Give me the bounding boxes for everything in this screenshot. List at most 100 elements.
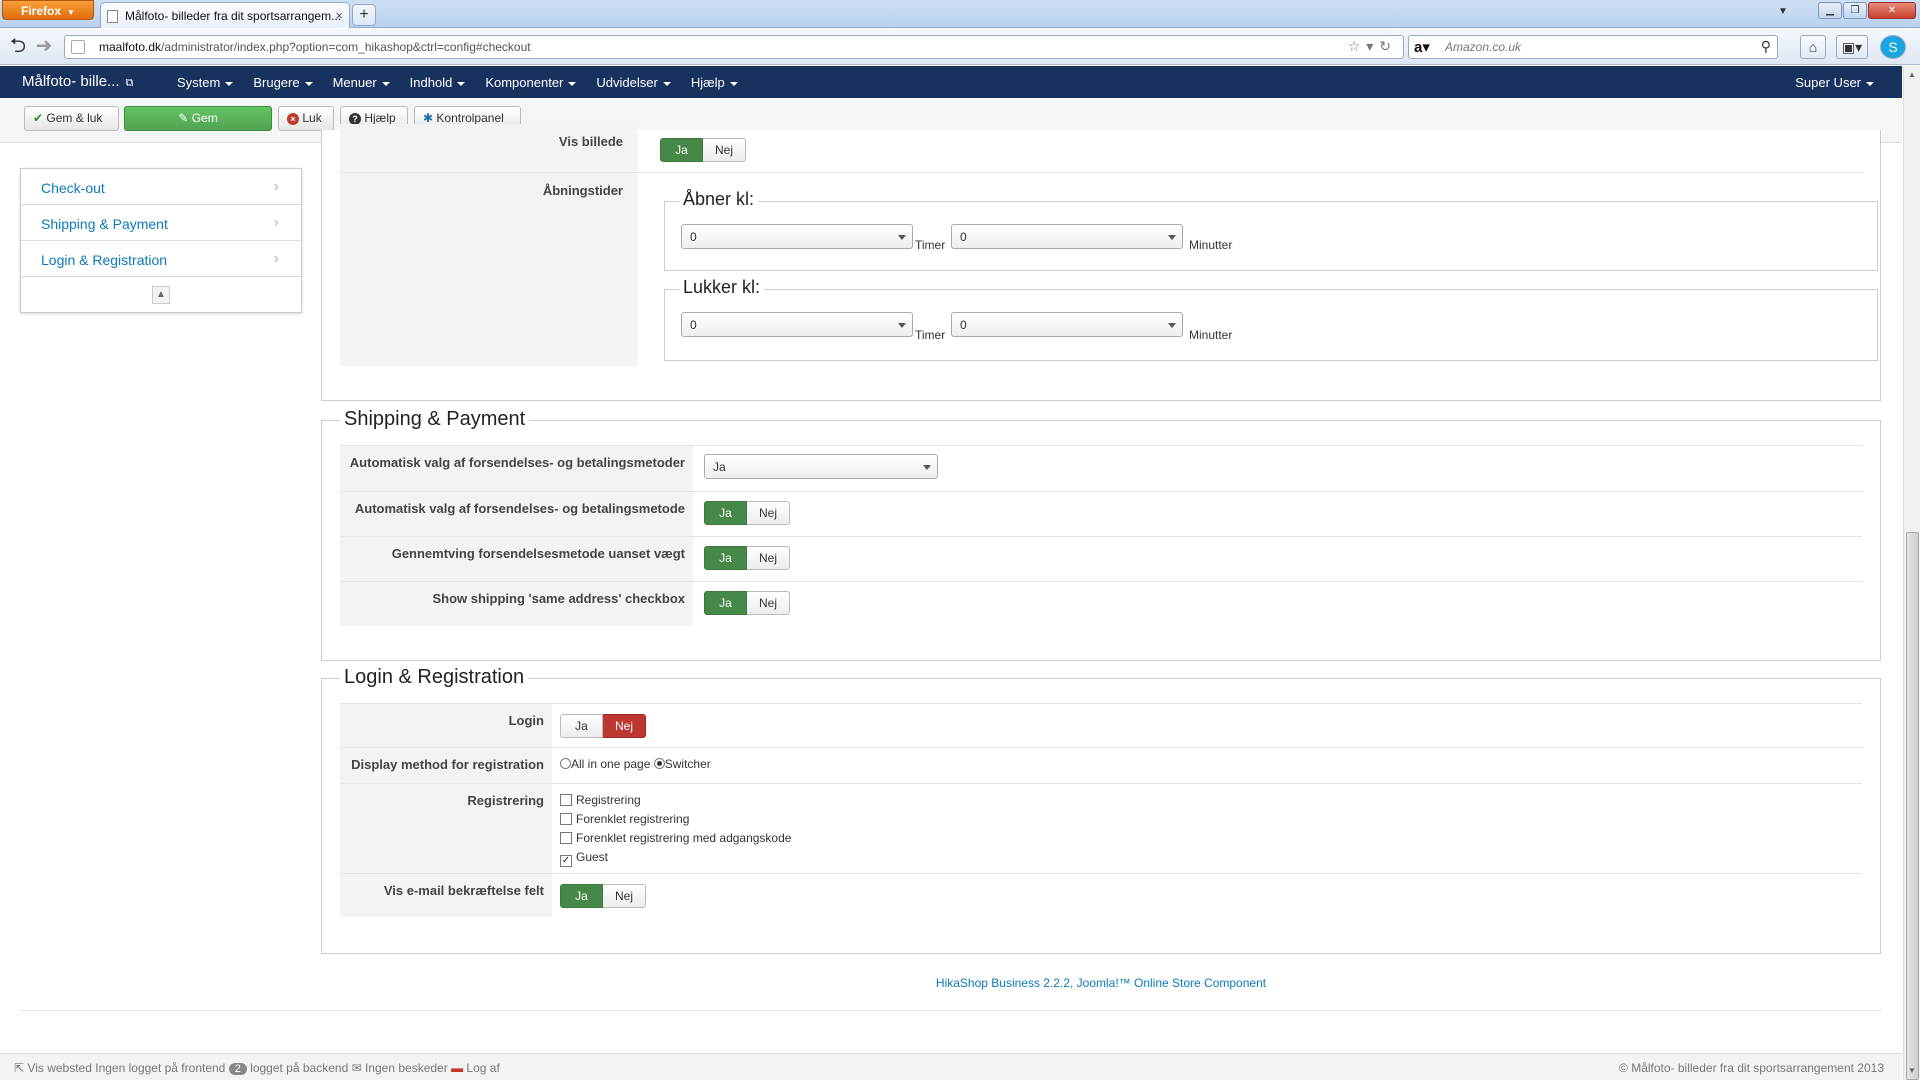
registration-option[interactable]: Registrering [560, 793, 791, 812]
closes-hours-select[interactable]: 0 [681, 312, 913, 337]
same-address-yes[interactable]: Ja [704, 591, 747, 615]
config-sidebar: Check-out › Shipping & Payment › Login & R… [20, 168, 302, 313]
firefox-menu-button[interactable]: Firefox ▼ [2, 0, 94, 20]
site-brand-link[interactable]: Målfoto- bille... ⧉ [22, 73, 133, 90]
addon-icon[interactable]: ▣▾ [1836, 35, 1868, 59]
close-tab-icon[interactable]: × [335, 8, 343, 23]
url-bar[interactable]: maalfoto.dk/administrator/index.php?opti… [64, 35, 1404, 59]
messages-link[interactable]: ✉ Ingen beskeder [352, 1061, 448, 1075]
same-address-row: Show shipping 'same address' checkbox Ja… [340, 581, 1862, 626]
logout-link[interactable]: ▬ Log af [451, 1061, 500, 1075]
checkbox-forenklet-adgangskode[interactable] [560, 832, 572, 844]
minimize-button[interactable]: ▁ [1818, 2, 1842, 19]
email-confirm-row: Vis e-mail bekræftelse felt Ja Nej [340, 873, 1862, 917]
force-shipping-no[interactable]: Nej [747, 546, 790, 570]
auto-select-methods-row: Automatisk valg af forsendelses- og beta… [340, 445, 1862, 491]
cog-icon: ✱ [423, 111, 434, 125]
checkout-panel: Vis billede Ja Nej Åbningstider Åbner kl… [321, 124, 1881, 401]
envelope-icon: ✉ [351, 1061, 362, 1075]
same-address-label: Show shipping 'same address' checkbox [340, 582, 693, 626]
scroll-down-icon[interactable]: ▼ [1908, 1066, 1916, 1075]
chevron-down-icon [225, 81, 234, 86]
auto-select-method-label: Automatisk valg af forsendelses- og beta… [340, 492, 693, 536]
opens-hours-select[interactable]: 0 [681, 224, 913, 249]
force-shipping-yes[interactable]: Ja [704, 546, 747, 570]
same-address-no[interactable]: Nej [747, 591, 790, 615]
backend-count-badge: 2 [228, 1063, 247, 1075]
radio-switcher[interactable] [653, 758, 665, 769]
display-method-row: Display method for registration All in o… [340, 747, 1862, 783]
search-icon[interactable]: ⚲ [1761, 38, 1771, 55]
new-tab-button[interactable]: + [352, 4, 376, 26]
sidebar-item-shipping-payment[interactable]: Shipping & Payment › [21, 205, 301, 241]
chevron-down-icon [1866, 81, 1874, 86]
login-no[interactable]: Nej [603, 714, 646, 738]
email-confirm-yes[interactable]: Ja [560, 884, 603, 908]
auto-select-method-yes[interactable]: Ja [704, 501, 747, 525]
chevron-right-icon: › [273, 250, 279, 267]
bookmark-star-icon[interactable]: ☆▾↻ [1348, 38, 1397, 55]
close-circle-icon: × [287, 113, 299, 125]
scrollbar-thumb[interactable] [1906, 532, 1919, 1080]
chevron-down-icon [729, 81, 738, 86]
radio-all-in-one[interactable] [560, 758, 571, 769]
opens-hours-unit: Timer [915, 238, 946, 252]
scroll-up-icon[interactable]: ▲ [1908, 70, 1916, 79]
restore-button[interactable]: ❐ [1843, 2, 1867, 19]
force-shipping-label: Gennemtving forsendelsesmetode uanset væ… [340, 537, 693, 581]
amazon-engine-icon[interactable]: a▾ [1414, 38, 1430, 56]
home-icon[interactable]: ⌂ [1800, 35, 1826, 59]
login-yes[interactable]: Ja [560, 714, 603, 738]
page-scrollbar[interactable]: ▲ ▼ [1903, 66, 1920, 1080]
browser-tabbar: Firefox ▼ Målfoto- billeder fra dit sport… [0, 0, 1920, 28]
auto-select-methods-label: Automatisk valg af forsendelses- og beta… [340, 446, 693, 491]
registration-option[interactable]: Forenklet registrering med adgangskode [560, 831, 791, 850]
checkbox-guest[interactable]: ✓ [560, 855, 572, 867]
force-shipping-toggle: Ja Nej [704, 546, 790, 570]
checkbox-forenklet[interactable] [560, 813, 572, 825]
site-identity-icon[interactable] [71, 40, 85, 54]
login-label: Login [340, 704, 552, 747]
sidebar-item-checkout[interactable]: Check-out › [21, 169, 301, 205]
registration-option[interactable]: ✓ Guest [560, 850, 791, 869]
save-close-button[interactable]: ✔ Gem & luk [24, 106, 119, 131]
chevron-down-icon [898, 235, 906, 240]
browser-tab[interactable]: Målfoto- billeder fra dit sportsarrangem… [100, 2, 350, 28]
closes-minutes-select[interactable]: 0 [951, 312, 1183, 337]
footer-divider [20, 1010, 1882, 1011]
show-image-yes[interactable]: Ja [660, 138, 703, 162]
auto-select-method-toggle: Ja Nej [704, 501, 790, 525]
skype-icon[interactable]: S [1880, 35, 1906, 59]
checkbox-registrering[interactable] [560, 794, 572, 806]
auto-select-method-no[interactable]: Nej [747, 501, 790, 525]
sidebar-item-login-registration[interactable]: Login & Registration › [21, 241, 301, 277]
chevron-right-icon: › [273, 214, 279, 231]
back-arrow-icon[interactable]: ⮌ [6, 34, 30, 60]
forward-arrow-icon[interactable]: ➜ [32, 34, 56, 60]
hikashop-credit-link[interactable]: HikaShop Business 2.2.2, Joomla!™ Online… [321, 976, 1881, 990]
registration-options: Registrering Forenklet registrering Fore… [560, 793, 791, 869]
email-confirm-no[interactable]: Nej [603, 884, 646, 908]
close-window-button[interactable]: ✕ [1868, 2, 1916, 19]
menu-menus[interactable]: Menuer [323, 66, 400, 98]
registration-option[interactable]: Forenklet registrering [560, 812, 791, 831]
view-site-link[interactable]: ⇱ Vis websted [14, 1061, 92, 1075]
scroll-top-icon[interactable]: ▲ [152, 286, 170, 304]
menu-components[interactable]: Komponenter [475, 66, 586, 98]
menu-users[interactable]: Brugere [243, 66, 322, 98]
save-button[interactable]: ✎ Gem [124, 106, 272, 131]
shipping-payment-legend: Shipping & Payment [340, 408, 530, 431]
list-all-tabs-icon[interactable]: ▼ [1778, 6, 1788, 17]
menu-extensions[interactable]: Udvidelser [586, 66, 680, 98]
show-image-no[interactable]: Nej [703, 138, 746, 162]
search-bar[interactable]: a▾ Amazon.co.uk ⚲ [1408, 35, 1778, 59]
menu-help[interactable]: Hjælp [681, 66, 748, 98]
menu-content[interactable]: Indhold [400, 66, 476, 98]
close-button[interactable]: × Luk [278, 106, 334, 131]
opens-minutes-select[interactable]: 0 [951, 224, 1183, 249]
chevron-down-icon [304, 81, 313, 86]
minus-icon: ▬ [451, 1061, 464, 1075]
menu-system[interactable]: System [167, 66, 243, 98]
auto-select-methods-select[interactable]: Ja [704, 454, 938, 479]
user-menu[interactable]: Super User [1795, 75, 1874, 90]
